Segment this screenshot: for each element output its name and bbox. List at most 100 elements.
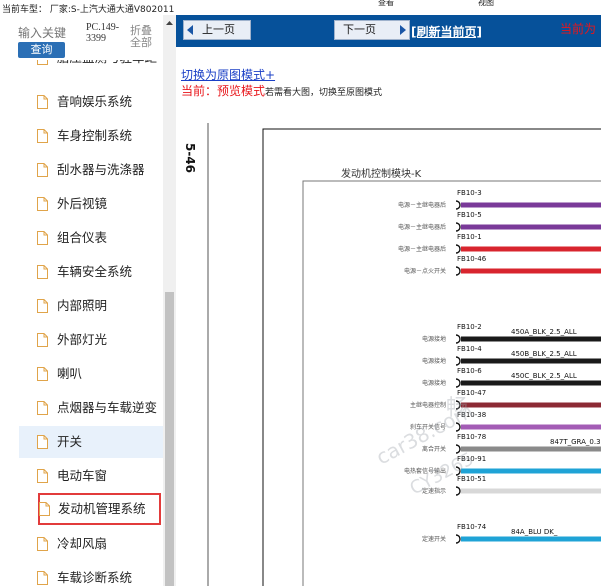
fold-label: 折叠全部 [130, 24, 152, 49]
document-icon [37, 129, 48, 143]
pin-id: FB10-6 [457, 367, 482, 375]
pin-id: FB10-2 [457, 323, 482, 331]
tree-item-label: 开关 [57, 434, 83, 449]
sidebar: 查询 PC.149-3399 折叠全部 胎压监测与驻车距 音响娱乐系统 车身控制… [0, 15, 176, 586]
tree-item[interactable]: 内部照明 [19, 291, 165, 321]
tree-item-label: 音响娱乐系统 [57, 94, 133, 109]
pin-signal-label: 主继电器控制 [410, 401, 446, 409]
pin-signal-label: 电源接地 [422, 379, 446, 387]
tree-item-label: 内部照明 [57, 298, 108, 313]
switch-original-mode-link[interactable]: 切换为原图模式+ [181, 66, 275, 83]
tree-item-highlighted[interactable]: 发动机管理系统 [38, 493, 161, 525]
next-page-button[interactable]: 下一页 [334, 20, 410, 40]
tree-item-label: 车载诊断系统 [57, 570, 133, 585]
pin-signal-label: 电源接地 [422, 357, 446, 365]
tree-item[interactable]: 喇叭 [19, 359, 165, 389]
current-mode-line: 当前：预览模式若需看大图，切换至原图模式 [181, 82, 382, 99]
tree-list: 胎压监测与驻车距 音响娱乐系统 车身控制系统 刮水器与洗涤器 外后视镜 组合仪表… [0, 60, 165, 586]
current-hint: 若需看大图，切换至原图模式 [265, 88, 383, 98]
document-icon [37, 333, 48, 347]
wiring-diagram: 5-46 发动机控制模块-K FB10-3 电源－主继电器后 FB10-5 电源－主继… [183, 123, 601, 586]
tree-item[interactable]: 刮水器与洗涤器 [19, 155, 165, 185]
tree-item-label: 点烟器与车载逆变 [57, 400, 158, 415]
tree-item-label: 电动车窗 [57, 468, 108, 483]
diagram-page-number: 5-46 [183, 143, 197, 173]
current-mode: 预览模式 [217, 84, 266, 98]
search-area: 查询 PC.149-3399 折叠全部 [0, 15, 176, 63]
tree-item-label: 外后视镜 [57, 196, 108, 211]
document-icon [37, 469, 48, 483]
pin-id: FB10-5 [457, 211, 482, 219]
prev-page-button[interactable]: 上一页 [183, 20, 251, 40]
document-icon [37, 197, 48, 211]
collapse-all-link[interactable]: 折叠全部 [130, 25, 156, 49]
pin-id: FB10-51 [457, 475, 486, 483]
document-icon [37, 537, 48, 551]
pin-id: FB10-1 [457, 233, 482, 241]
tree-item[interactable]: 车身控制系统 [19, 121, 165, 151]
tree-item[interactable]: 外部灯光 [19, 325, 165, 355]
tree-item[interactable]: 电动车窗 [19, 461, 165, 491]
document-icon [37, 95, 48, 109]
tree-item[interactable]: 组合仪表 [19, 223, 165, 253]
tree-item[interactable]: 冷却风扇 [19, 529, 165, 559]
document-icon [37, 401, 48, 415]
document-icon [37, 571, 48, 585]
wire-label: 847T_GRA_0.3 [550, 438, 601, 446]
document-icon [37, 231, 48, 245]
tree-item-label: 车身控制系统 [57, 128, 133, 143]
search-button[interactable]: 查询 [18, 42, 65, 58]
pin-signal-label: 电源－主继电器后 [398, 223, 446, 231]
top-info-bar: 当前车型： 厂家:S-上汽大通大通V802011 查看 视图 [0, 0, 601, 15]
pin-id: FB10-4 [457, 345, 482, 353]
pin-signal-label: 电源接地 [422, 335, 446, 343]
wire-label: 450B_BLK_2.5_ALL [511, 350, 577, 358]
pin-connector [455, 222, 461, 232]
top-button-map[interactable]: 视图 [478, 0, 504, 6]
pin-connector [455, 200, 461, 210]
tree-item-label: 刮水器与洗涤器 [57, 162, 145, 177]
tree-item[interactable]: 胎压监测与驻车距 [19, 60, 165, 73]
search-input[interactable] [18, 24, 66, 41]
tree-item[interactable]: 点烟器与车载逆变 [19, 393, 165, 423]
pin-connector [455, 334, 461, 344]
arrow-right-icon [400, 25, 406, 35]
wire-label: 450C_BLK_2.5_ALL [511, 372, 577, 380]
wire-label: 450A_BLK_2.5_ALL [511, 328, 577, 336]
current-indicator: 当前为 [560, 22, 597, 36]
tree-item-label: 组合仪表 [57, 230, 108, 245]
tree-item-label: 外部灯光 [57, 332, 108, 347]
pin-connector [455, 356, 461, 366]
tree-item-label: 车辆安全系统 [57, 264, 133, 279]
current-prefix: 当前： [181, 84, 218, 98]
sidebar-scroll-thumb[interactable] [165, 292, 174, 586]
tree-item-label: 发动机管理系统 [58, 501, 146, 516]
pin-signal-label: 电源－主继电器后 [398, 201, 446, 209]
pin-signal-label: 电源－主继电器后 [398, 245, 446, 253]
pin-connector [455, 378, 461, 388]
pin-signal-label: 定速开关 [422, 535, 446, 543]
document-icon [37, 435, 48, 449]
tree-item[interactable]: 外后视镜 [19, 189, 165, 219]
next-page-label: 下一页 [343, 23, 376, 36]
document-icon [37, 367, 48, 381]
scroll-up-arrow-icon[interactable] [163, 15, 176, 28]
pin-connector [455, 534, 461, 544]
document-icon [37, 163, 48, 177]
tree-item-selected[interactable]: 开关 [19, 426, 165, 458]
top-button-view[interactable]: 查看 [378, 0, 404, 6]
arrow-left-icon [187, 25, 193, 35]
content-panel: 上一页 下一页 [刷新当前页] 当前为 切换为原图模式+ 当前：预览模式若需看大… [176, 15, 601, 586]
tree-item[interactable]: 车辆安全系统 [19, 257, 165, 287]
document-icon [37, 299, 48, 313]
pin-connector [455, 266, 461, 276]
tree-item-label: 喇叭 [57, 366, 83, 381]
prev-page-label: 上一页 [202, 23, 235, 36]
pin-connector [455, 244, 461, 254]
vehicle-info: 当前车型： 厂家:S-上汽大通大通V802011 [2, 5, 175, 15]
module-title: 发动机控制模块-K [341, 167, 422, 180]
refresh-page-link[interactable]: [刷新当前页] [411, 23, 482, 40]
tree-item-label: 冷却风扇 [57, 536, 108, 551]
tree-item[interactable]: 车载诊断系统 [19, 563, 165, 586]
tree-item[interactable]: 音响娱乐系统 [19, 87, 165, 117]
